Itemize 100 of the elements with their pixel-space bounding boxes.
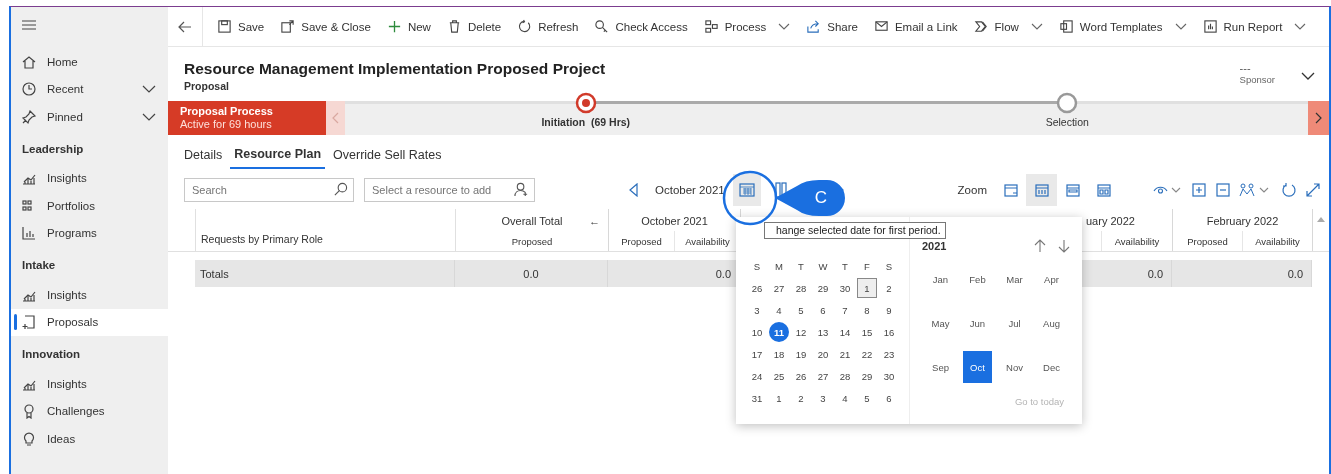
nav-item[interactable]: Insights [11, 164, 168, 192]
calendar-day[interactable]: 13 [813, 322, 833, 342]
calendar-day[interactable]: 11 [769, 322, 789, 342]
stage-circle-icon[interactable] [1056, 92, 1079, 114]
calendar-day[interactable]: 30 [879, 366, 899, 386]
resource-field[interactable]: Select a resource to add [364, 178, 535, 202]
calendar-day[interactable]: 2 [791, 388, 811, 408]
calendar-day[interactable]: 1 [769, 388, 789, 408]
toolbar-button[interactable]: Email a Link [865, 11, 966, 42]
active-stage-icon[interactable] [574, 92, 597, 114]
calendar-day[interactable]: 27 [813, 366, 833, 386]
month-button[interactable]: Mar [1000, 263, 1029, 295]
collapse-arrow[interactable]: ← [589, 215, 600, 227]
calendar-day[interactable]: 27 [769, 278, 789, 298]
calendar-day[interactable]: 17 [747, 344, 767, 364]
up-arrow-icon[interactable] [1034, 239, 1046, 253]
calendar-button[interactable] [732, 174, 761, 206]
calendar-day[interactable]: 8 [857, 300, 877, 320]
nav-item[interactable]: Recent [11, 75, 168, 103]
calendar-day[interactable]: 15 [857, 322, 877, 342]
nav-item[interactable]: Programs [11, 219, 168, 247]
back-arrow-icon[interactable] [178, 20, 192, 33]
toolbar-button[interactable]: Share [798, 11, 866, 42]
tab[interactable]: Resource Plan [230, 145, 326, 169]
calendar-day[interactable]: 2 [879, 278, 899, 298]
calendar-day[interactable]: 21 [835, 344, 855, 364]
calendar-day[interactable]: 24 [747, 366, 767, 386]
toolbar-button[interactable]: New [378, 11, 439, 42]
expand-all-icon[interactable] [1191, 182, 1207, 198]
calendar-day[interactable]: 26 [747, 278, 767, 298]
chevron-down-icon[interactable] [142, 85, 156, 94]
nav-item[interactable]: Challenges [11, 397, 168, 425]
month-button[interactable]: Nov [1000, 351, 1029, 383]
down-arrow-icon[interactable] [1058, 239, 1070, 253]
month-button[interactable]: Jan [926, 263, 955, 295]
calendar-day[interactable]: 4 [835, 388, 855, 408]
nav-item[interactable]: Pinned [11, 103, 168, 131]
calendar-day[interactable]: 29 [813, 278, 833, 298]
scroll-up-icon[interactable] [1317, 217, 1325, 222]
calendar-day[interactable]: 28 [791, 278, 811, 298]
calendar-day[interactable]: 29 [857, 366, 877, 386]
menu-icon[interactable] [22, 19, 36, 31]
calendar-day[interactable]: 3 [813, 388, 833, 408]
month-button[interactable]: May [926, 307, 955, 339]
toolbar-button[interactable]: Run Report [1194, 11, 1315, 42]
calendar-day[interactable]: 4 [769, 300, 789, 320]
previous-icon[interactable] [629, 183, 639, 197]
calendar-day[interactable]: 14 [835, 322, 855, 342]
chevron-down-icon[interactable] [1301, 72, 1315, 80]
month-button[interactable]: Jul [1000, 307, 1029, 339]
month-button[interactable]: Jun [963, 307, 992, 339]
month-button[interactable]: Oct [963, 351, 992, 383]
month-button[interactable]: Sep [926, 351, 955, 383]
nav-item[interactable]: Proposals [11, 308, 168, 336]
toolbar-button[interactable]: Save & Close [272, 11, 379, 42]
expand-icon[interactable] [1305, 182, 1321, 198]
calendar-day[interactable]: 10 [747, 322, 767, 342]
calendar-day[interactable]: 5 [857, 388, 877, 408]
toolbar-button[interactable]: Refresh [509, 11, 587, 42]
calendar-day[interactable]: 30 [835, 278, 855, 298]
nav-item[interactable]: Portfolios [11, 192, 168, 220]
month-button[interactable]: Dec [1037, 351, 1066, 383]
calendar-day[interactable]: 1 [857, 278, 877, 298]
nav-item[interactable]: Insights [11, 281, 168, 309]
toolbar-button[interactable]: Flow [965, 11, 1051, 42]
calendar-day[interactable]: 12 [791, 322, 811, 342]
calendar-day[interactable]: 26 [791, 366, 811, 386]
tab[interactable]: Override Sell Rates [329, 145, 446, 169]
calendar-day[interactable]: 31 [747, 388, 767, 408]
nav-item[interactable]: Home [11, 48, 168, 76]
month-button[interactable]: Apr [1037, 263, 1066, 295]
year-label[interactable]: 2021 [922, 240, 947, 252]
calendar-day[interactable]: 5 [791, 300, 811, 320]
eye-icon[interactable] [1153, 184, 1183, 196]
search-field[interactable]: Search [184, 178, 354, 202]
month-button[interactable]: Aug [1037, 307, 1066, 339]
zoom-button[interactable] [1026, 174, 1057, 206]
calendar-day[interactable]: 22 [857, 344, 877, 364]
calendar-day[interactable]: 7 [835, 300, 855, 320]
calendar-day[interactable]: 16 [879, 322, 899, 342]
calendar-day[interactable]: 28 [835, 366, 855, 386]
calendar-day[interactable]: 6 [879, 388, 899, 408]
calendar-day[interactable]: 25 [769, 366, 789, 386]
calendar-day[interactable]: 18 [769, 344, 789, 364]
calendar-day[interactable]: 23 [879, 344, 899, 364]
toolbar-button[interactable]: Delete [438, 11, 510, 42]
collapse-all-icon[interactable] [1215, 182, 1231, 198]
refresh-icon[interactable] [1281, 182, 1297, 198]
nav-item[interactable]: Insights [11, 370, 168, 398]
calendar-day[interactable]: 19 [791, 344, 811, 364]
calendar-day[interactable]: 9 [879, 300, 899, 320]
toolbar-button[interactable]: Check Access [586, 11, 696, 42]
calendar-day[interactable]: 3 [747, 300, 767, 320]
chevron-down-icon[interactable] [142, 112, 156, 121]
calendar-day[interactable]: 20 [813, 344, 833, 364]
toolbar-button[interactable]: Save [209, 11, 273, 42]
tab[interactable]: Details [180, 145, 227, 169]
nav-item[interactable]: Ideas [11, 425, 168, 453]
process-badge[interactable]: Proposal Process Active for 69 hours [168, 101, 326, 135]
calendar-day[interactable]: 6 [813, 300, 833, 320]
